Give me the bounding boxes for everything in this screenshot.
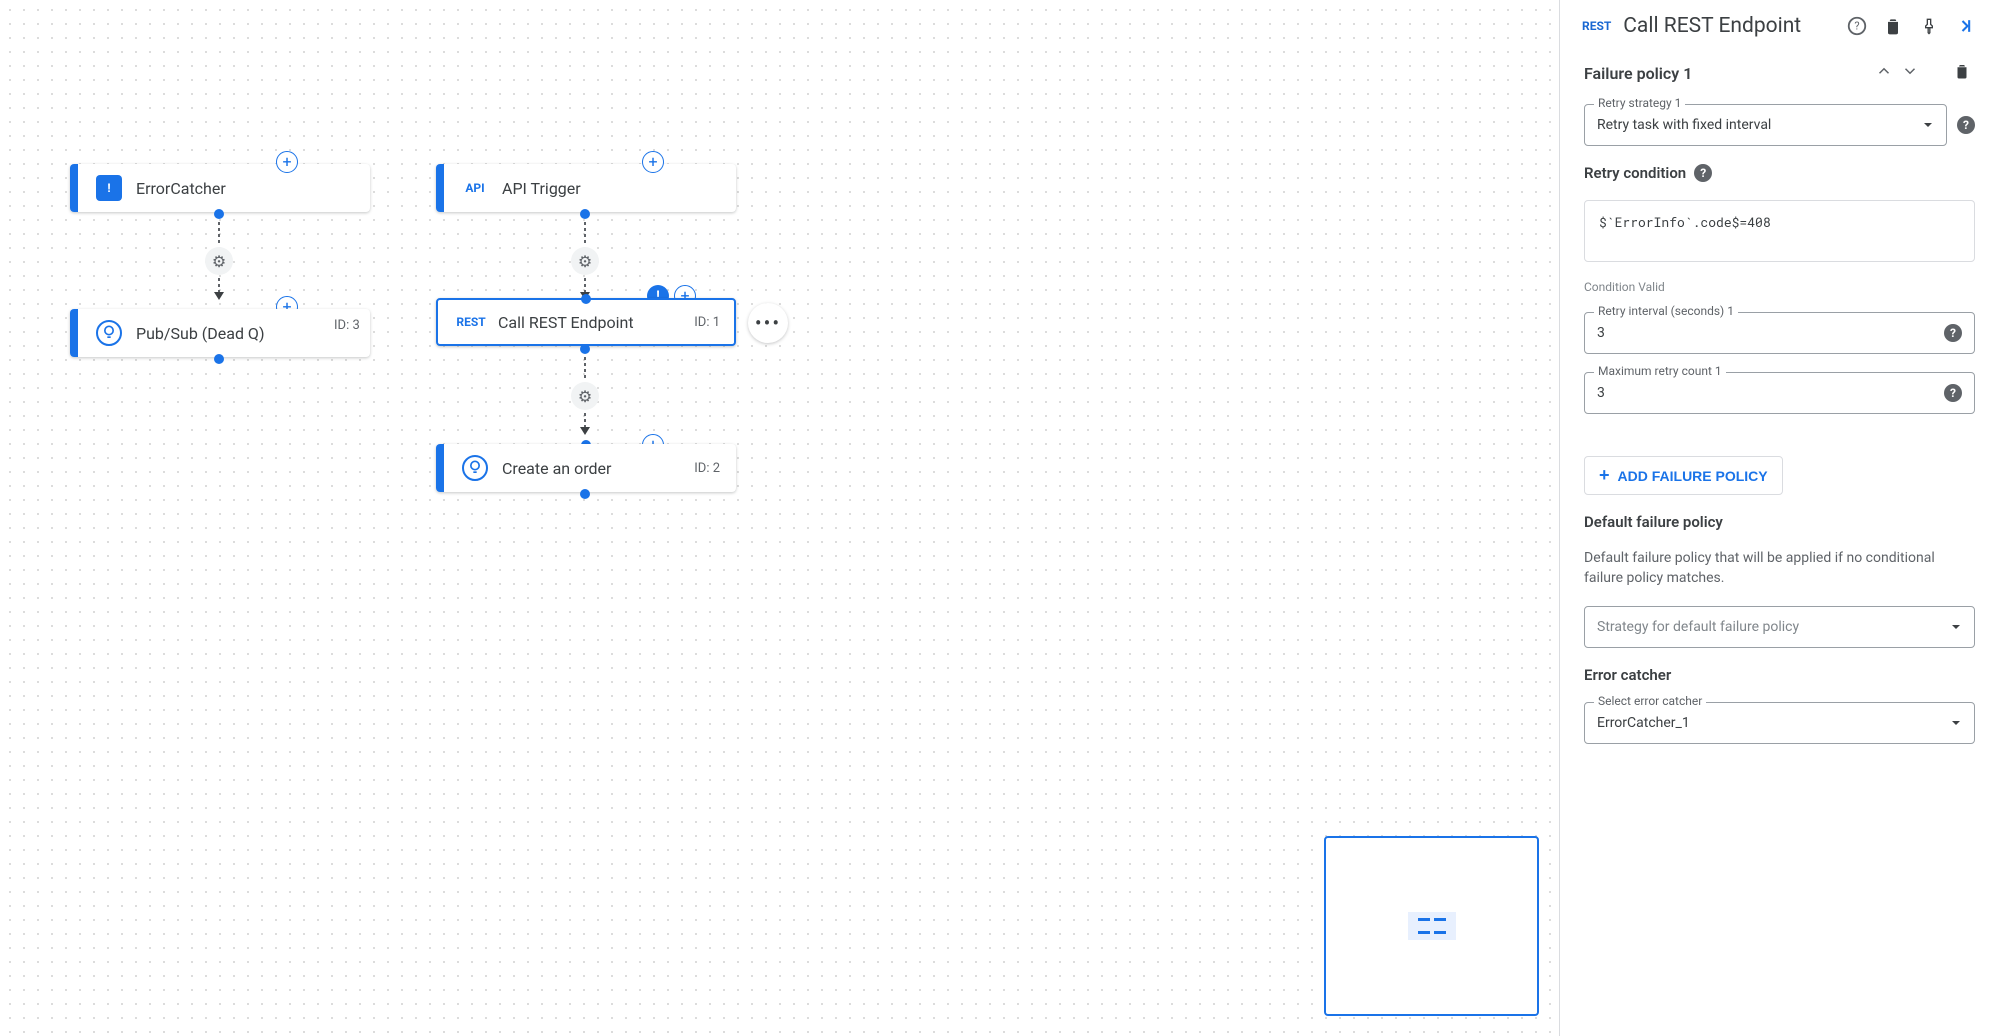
node-label: Call REST Endpoint — [498, 313, 686, 332]
default-policy-title: Default failure policy — [1584, 513, 1975, 531]
api-icon: API — [462, 175, 488, 201]
canvas[interactable]: ! ErrorCatcher + ⚙ + Pub/Sub (Dead Q) ID… — [0, 0, 1559, 1036]
add-failure-policy-button[interactable]: + ADD FAILURE POLICY — [1584, 456, 1783, 495]
node-label: Create an order — [502, 459, 686, 478]
help-icon[interactable]: ? — [1957, 116, 1975, 134]
add-above-api-trigger[interactable]: + — [642, 151, 664, 173]
gear-icon[interactable]: ⚙ — [571, 382, 599, 410]
rest-icon: REST — [1582, 19, 1611, 33]
node-error-catcher[interactable]: ! ErrorCatcher — [70, 164, 370, 212]
node-id: ID: 2 — [694, 461, 720, 476]
more-actions-button[interactable]: ••• — [748, 303, 788, 343]
error-catcher-title: Error catcher — [1584, 666, 1975, 684]
field-label: Retry interval (seconds) 1 — [1594, 304, 1738, 318]
input-value: 3 — [1597, 385, 1936, 401]
delete-policy-button[interactable] — [1949, 60, 1975, 86]
plus-icon: + — [1599, 465, 1610, 486]
panel-title: Call REST Endpoint — [1623, 14, 1833, 38]
node-label: API Trigger — [502, 179, 720, 198]
help-icon[interactable]: ? — [1944, 324, 1962, 342]
minimap-content — [1408, 912, 1456, 940]
default-policy-desc: Default failure policy that will be appl… — [1584, 549, 1975, 588]
pin-button[interactable] — [1917, 14, 1941, 38]
field-label: Select error catcher — [1594, 694, 1706, 708]
node-create-order[interactable]: Create an order ID: 2 — [436, 444, 736, 492]
bulb-icon — [465, 458, 485, 478]
pin-icon — [1919, 16, 1939, 36]
node-api-trigger[interactable]: API API Trigger — [436, 164, 736, 212]
help-icon[interactable]: ? — [1944, 384, 1962, 402]
retry-condition-input[interactable]: $`ErrorInfo`.code$=408 — [1584, 200, 1975, 262]
gear-icon[interactable]: ⚙ — [571, 247, 599, 275]
error-icon: ! — [96, 175, 122, 201]
node-label: Pub/Sub (Dead Q) — [136, 324, 354, 343]
collapse-icon — [1955, 16, 1975, 36]
field-label: Maximum retry count 1 — [1594, 364, 1726, 378]
default-strategy-select[interactable]: Strategy for default failure policy — [1584, 606, 1975, 648]
dropdown-icon — [1922, 119, 1934, 131]
panel-header: REST Call REST Endpoint ? — [1560, 0, 1999, 52]
trash-icon — [1953, 62, 1971, 80]
trash-icon — [1883, 16, 1903, 36]
button-label: ADD FAILURE POLICY — [1618, 468, 1768, 484]
help-button[interactable]: ? — [1845, 14, 1869, 38]
field-label: Retry strategy 1 — [1594, 96, 1685, 110]
help-icon[interactable]: ? — [1694, 164, 1712, 182]
add-above-error-catcher[interactable]: + — [276, 151, 298, 173]
svg-text:?: ? — [1854, 20, 1859, 33]
retry-condition-label: Retry condition ? — [1584, 164, 1975, 182]
dropdown-icon — [1950, 717, 1962, 729]
move-up-button[interactable] — [1871, 60, 1897, 86]
chevron-up-icon — [1875, 62, 1893, 80]
gear-icon[interactable]: ⚙ — [205, 247, 233, 275]
bulb-icon — [99, 323, 119, 343]
condition-status: Condition Valid — [1584, 280, 1975, 294]
node-id: ID: 1 — [694, 315, 720, 330]
node-id-pubsub: ID: 3 — [334, 318, 360, 333]
move-down-button[interactable] — [1897, 60, 1923, 86]
help-circle-icon: ? — [1846, 15, 1868, 37]
node-label: ErrorCatcher — [136, 179, 354, 198]
order-icon — [462, 455, 488, 481]
section-title: Failure policy 1 — [1584, 64, 1871, 83]
error-catcher-select[interactable]: ErrorCatcher_1 — [1584, 702, 1975, 744]
delete-button[interactable] — [1881, 14, 1905, 38]
side-panel: REST Call REST Endpoint ? Failure policy… — [1559, 0, 1999, 1036]
max-retry-input[interactable]: 3 ? — [1584, 372, 1975, 414]
retry-strategy-select[interactable]: Retry task with fixed interval — [1584, 104, 1947, 146]
retry-interval-input[interactable]: 3 ? — [1584, 312, 1975, 354]
dropdown-icon — [1950, 621, 1962, 633]
node-rest-endpoint[interactable]: REST Call REST Endpoint ID: 1 — [436, 298, 736, 346]
rest-icon: REST — [458, 309, 484, 335]
select-value: ErrorCatcher_1 — [1597, 715, 1942, 731]
collapse-panel-button[interactable] — [1953, 14, 1977, 38]
select-value: Retry task with fixed interval — [1597, 117, 1914, 133]
chevron-down-icon — [1901, 62, 1919, 80]
node-pubsub[interactable]: Pub/Sub (Dead Q) — [70, 309, 370, 357]
input-value: 3 — [1597, 325, 1936, 341]
pubsub-icon — [96, 320, 122, 346]
failure-policy-header: Failure policy 1 — [1584, 60, 1975, 86]
select-placeholder: Strategy for default failure policy — [1597, 619, 1942, 635]
minimap[interactable] — [1324, 836, 1539, 1016]
